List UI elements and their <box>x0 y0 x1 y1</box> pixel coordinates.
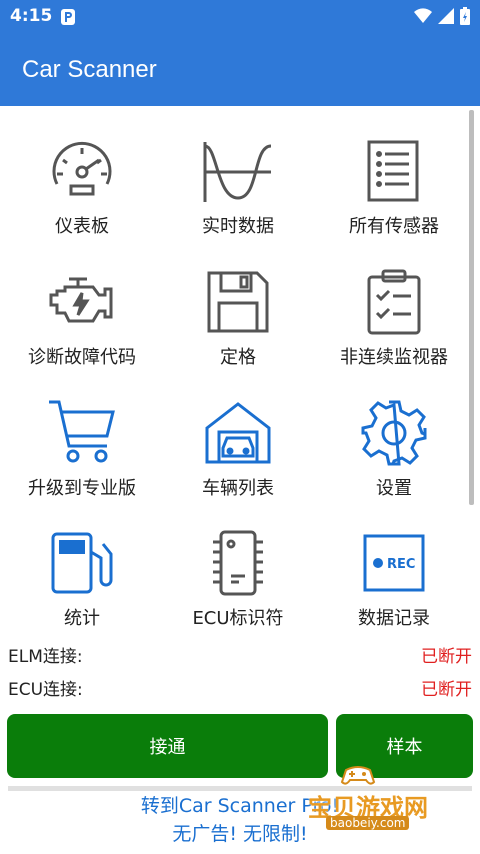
garage-car-icon <box>205 402 271 464</box>
tile-data-logging[interactable]: REC 数据记录 <box>314 498 474 629</box>
battery-charging-icon <box>460 7 470 25</box>
shopping-cart-icon <box>49 400 115 463</box>
ecu-connection-status: 已断开 <box>421 680 472 700</box>
tile-label: 非连续监视器 <box>340 347 448 368</box>
tile-label: 车辆列表 <box>202 478 274 499</box>
cellular-signal-icon <box>438 8 454 24</box>
status-time: 4:15 <box>10 6 53 26</box>
promo-line-2: 无广告! 无限制! <box>172 823 308 845</box>
tile-label: 数据记录 <box>358 608 430 629</box>
promo-banner[interactable]: 转到Car Scanner Pro! 无广告! 无限制! <box>0 792 480 848</box>
tile-dtc[interactable]: 诊断故障代码 <box>2 237 162 368</box>
tile-label: 所有传感器 <box>349 216 439 237</box>
ecu-connection-row: ECU连接: 已断开 <box>8 675 472 705</box>
chip-icon <box>213 530 263 596</box>
wifi-icon <box>414 8 432 23</box>
promo-line-1: 转到Car Scanner Pro! <box>140 795 340 817</box>
elm-connection-status: 已断开 <box>421 647 472 667</box>
gauge-icon <box>52 141 112 196</box>
rec-icon: REC <box>363 534 425 592</box>
tile-statistics[interactable]: 统计 <box>2 498 162 629</box>
scrollbar[interactable] <box>469 110 474 505</box>
tile-realtime-data[interactable]: 实时数据 <box>158 106 318 237</box>
tile-all-sensors[interactable]: 所有传感器 <box>314 106 474 237</box>
tile-noncontinuous-monitors[interactable]: 非连续监视器 <box>314 237 474 368</box>
sine-wave-icon <box>203 142 272 202</box>
clipboard-check-icon <box>367 269 421 335</box>
svg-text:REC: REC <box>387 557 415 572</box>
tile-vehicle-list[interactable]: 车辆列表 <box>158 368 318 499</box>
tile-label: 实时数据 <box>202 216 274 237</box>
connect-button[interactable]: 接通 <box>7 714 328 778</box>
divider <box>8 786 472 791</box>
ecu-connection-label: ECU连接: <box>8 680 83 700</box>
elm-connection-row: ELM连接: 已断开 <box>8 642 472 672</box>
app-bar: Car Scanner <box>0 34 480 106</box>
engine-warning-icon <box>49 277 113 323</box>
tile-label: 诊断故障代码 <box>28 347 136 368</box>
tile-label: ECU标识符 <box>192 608 284 629</box>
tile-label: 仪表板 <box>55 216 109 237</box>
tile-label: 设置 <box>376 478 412 499</box>
parking-app-icon <box>61 9 75 25</box>
tile-label: 统计 <box>64 608 100 629</box>
elm-connection-label: ELM连接: <box>8 647 83 667</box>
tile-label: 升级到专业版 <box>28 478 136 499</box>
sample-button[interactable]: 样本 <box>336 714 473 778</box>
tile-ecu-identifiers[interactable]: ECU标识符 <box>158 498 318 629</box>
floppy-disk-icon <box>207 271 269 333</box>
gear-icon <box>361 400 427 466</box>
list-document-icon <box>367 140 419 202</box>
app-title: Car Scanner <box>22 56 157 83</box>
tile-dashboard[interactable]: 仪表板 <box>2 106 162 237</box>
status-icons <box>414 7 470 25</box>
tile-freeze-frame[interactable]: 定格 <box>158 237 318 368</box>
fuel-pump-icon <box>51 532 113 594</box>
menu-grid: 仪表板 实时数据 所有传感器 诊断故障代码 定格 非连续监视器 升级到专业版 车… <box>0 106 470 636</box>
tile-settings[interactable]: 设置 <box>314 368 474 499</box>
tile-label: 定格 <box>220 347 256 368</box>
tile-upgrade-pro[interactable]: 升级到专业版 <box>2 368 162 499</box>
status-bar: 4:15 <box>0 0 480 34</box>
